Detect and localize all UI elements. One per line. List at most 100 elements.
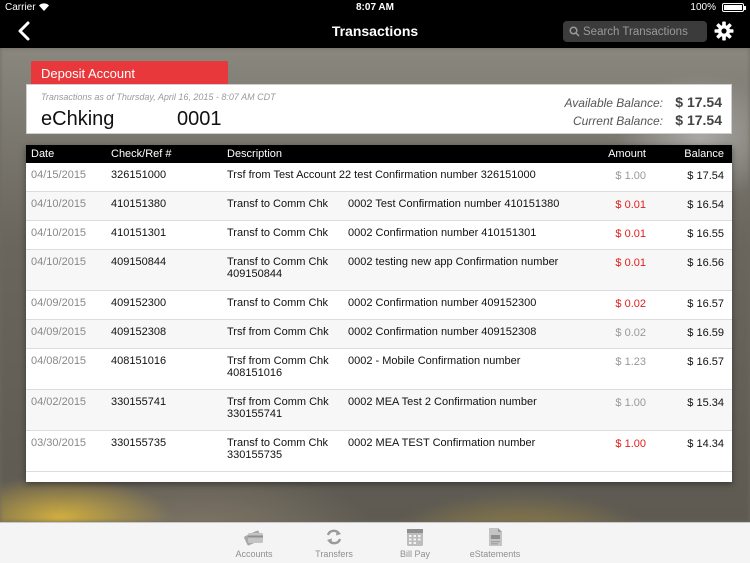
transaction-balance: $ 16.55 <box>687 228 724 240</box>
transaction-ref: 409150844 <box>111 256 167 268</box>
transaction-date: 04/09/2015 <box>31 326 87 338</box>
transaction-description-ref: 408151016 <box>227 367 283 379</box>
tab-estatements[interactable]: eStatements <box>460 527 530 559</box>
tab-bill-pay-label: Bill Pay <box>399 549 430 559</box>
transaction-ref: 410151380 <box>111 198 167 210</box>
transaction-ref: 326151000 <box>111 169 167 181</box>
table-row[interactable]: 04/10/2015 409150844 Transf to Comm Chk 409… <box>26 250 732 291</box>
transaction-date: 04/10/2015 <box>31 198 87 210</box>
transaction-description-ref: 330155741 <box>227 408 283 420</box>
tab-estatements-label: eStatements <box>469 549 521 559</box>
transaction-description-detail: 0002 Confirmation number 409152300 <box>348 297 537 309</box>
transaction-amount: $ 0.01 <box>615 257 646 269</box>
header-balance: Balance <box>684 148 724 160</box>
transaction-description: Trsf from Comm Chk <box>227 326 329 338</box>
battery-percent: 100% <box>690 2 716 13</box>
account-number: 0001 <box>177 108 222 130</box>
accounts-card-icon <box>244 530 263 546</box>
table-row[interactable]: 04/10/2015 410151380 Transf to Comm Chk 000… <box>26 192 732 221</box>
table-row[interactable]: 04/15/2015 326151000 Trsf from Test Accoun… <box>26 163 732 192</box>
transaction-date: 04/15/2015 <box>31 169 87 181</box>
transaction-balance: $ 15.34 <box>687 397 724 409</box>
search-box[interactable] <box>563 21 707 42</box>
tab-accounts-label: Accounts <box>235 549 273 559</box>
tab-bill-pay[interactable]: Bill Pay <box>380 527 450 559</box>
navigation-bar: Transactions <box>0 15 750 48</box>
transaction-balance: $ 16.54 <box>687 199 724 211</box>
transaction-amount: $ 1.23 <box>615 356 646 368</box>
transaction-ref: 330155735 <box>111 437 167 449</box>
transaction-ref: 409152300 <box>111 297 167 309</box>
pdf-document-icon <box>489 528 502 546</box>
status-bar: Carrier 8:07 AM 100% <box>0 0 750 15</box>
header-date: Date <box>31 148 55 160</box>
transaction-balance: $ 14.34 <box>687 438 724 450</box>
transfer-arrows-icon <box>326 529 342 545</box>
chevron-left-icon[interactable] <box>14 20 36 42</box>
tab-transfers[interactable]: Transfers <box>299 527 369 559</box>
transaction-ref: 408151016 <box>111 355 167 367</box>
current-balance-label: Current Balance: <box>572 114 663 128</box>
table-row-partial[interactable] <box>26 472 732 482</box>
table-row[interactable]: 04/08/2015 408151016 Trsf from Comm Chk 408… <box>26 349 732 390</box>
transaction-description-detail: 0002 MEA Test 2 Confirmation number <box>348 396 537 408</box>
table-header: Date Check/Ref # Description Amount Bala… <box>26 145 732 163</box>
transaction-amount: $ 0.01 <box>615 228 646 240</box>
current-balance-value: $ 17.54 <box>675 112 722 128</box>
tab-bar: Accounts Transfers Bill Pay eStatements <box>0 522 750 563</box>
table-row[interactable]: 04/09/2015 409152300 Transf to Comm Chk 000… <box>26 291 732 320</box>
transaction-description-detail: 0002 testing new app Confirmation number <box>348 256 559 268</box>
transaction-description-detail: 0002 Confirmation number 410151301 <box>348 227 537 239</box>
transaction-date: 04/10/2015 <box>31 256 87 268</box>
transaction-date: 04/10/2015 <box>31 227 87 239</box>
transaction-amount: $ 1.00 <box>615 397 646 409</box>
transaction-balance: $ 16.57 <box>687 298 724 310</box>
table-row[interactable]: 04/09/2015 409152308 Trsf from Comm Chk 000… <box>26 320 732 349</box>
transaction-description: Transf to Comm Chk <box>227 437 329 449</box>
transaction-date: 04/08/2015 <box>31 355 87 367</box>
available-balance-value: $ 17.54 <box>675 94 722 110</box>
transaction-date: 03/30/2015 <box>31 437 87 449</box>
available-balance-label: Available Balance: <box>564 96 663 110</box>
transaction-description: Transf to Comm Chk <box>227 297 329 309</box>
transaction-balance: $ 17.54 <box>687 170 724 182</box>
gear-icon[interactable] <box>714 21 734 41</box>
table-row[interactable]: 04/02/2015 330155741 Trsf from Comm Chk 330… <box>26 390 732 431</box>
transaction-date: 04/02/2015 <box>31 396 87 408</box>
transaction-balance: $ 16.57 <box>687 356 724 368</box>
transaction-ref: 409152308 <box>111 326 167 338</box>
account-name: eChking <box>41 108 115 130</box>
transaction-amount: $ 1.00 <box>615 170 646 182</box>
header-description: Description <box>227 148 283 160</box>
transaction-amount: $ 0.02 <box>615 298 646 310</box>
search-input[interactable] <box>583 21 703 42</box>
transaction-description: Trsf from Test Account 22 test Confirmat… <box>227 169 536 181</box>
tab-transfers-label: Transfers <box>315 549 353 559</box>
transaction-ref: 330155741 <box>111 396 167 408</box>
transactions-table: Date Check/Ref # Description Amount Bala… <box>26 145 732 482</box>
transaction-amount: $ 0.02 <box>615 327 646 339</box>
table-row[interactable]: 03/30/2015 330155735 Transf to Comm Chk 330… <box>26 431 732 472</box>
account-type-tab: Deposit Account <box>31 61 228 85</box>
table-body: 04/15/2015 326151000 Trsf from Test Accoun… <box>26 163 732 472</box>
transaction-description-ref: 330155735 <box>227 449 283 461</box>
transaction-amount: $ 0.01 <box>615 199 646 211</box>
as-of-timestamp: Transactions as of Thursday, April 16, 2… <box>41 92 276 102</box>
transaction-description: Transf to Comm Chk <box>227 198 329 210</box>
header-amount: Amount <box>608 148 646 160</box>
transaction-balance: $ 16.56 <box>687 257 724 269</box>
search-icon <box>569 26 580 37</box>
transaction-ref: 410151301 <box>111 227 167 239</box>
transaction-description-ref: 409150844 <box>227 268 283 280</box>
transaction-description-detail: 0002 MEA TEST Confirmation number <box>348 437 536 449</box>
battery-icon <box>722 3 746 12</box>
calendar-icon <box>407 529 423 546</box>
tab-accounts[interactable]: Accounts <box>219 527 289 559</box>
transaction-description-detail: 0002 Test Confirmation number 410151380 <box>348 198 560 210</box>
transaction-description: Transf to Comm Chk <box>227 256 329 268</box>
account-summary-card: Transactions as of Thursday, April 16, 2… <box>26 84 732 134</box>
transaction-description-detail: 0002 - Mobile Confirmation number <box>348 355 521 367</box>
table-row[interactable]: 04/10/2015 410151301 Transf to Comm Chk 000… <box>26 221 732 250</box>
status-time: 8:07 AM <box>356 2 394 13</box>
transaction-description: Trsf from Comm Chk <box>227 396 329 408</box>
